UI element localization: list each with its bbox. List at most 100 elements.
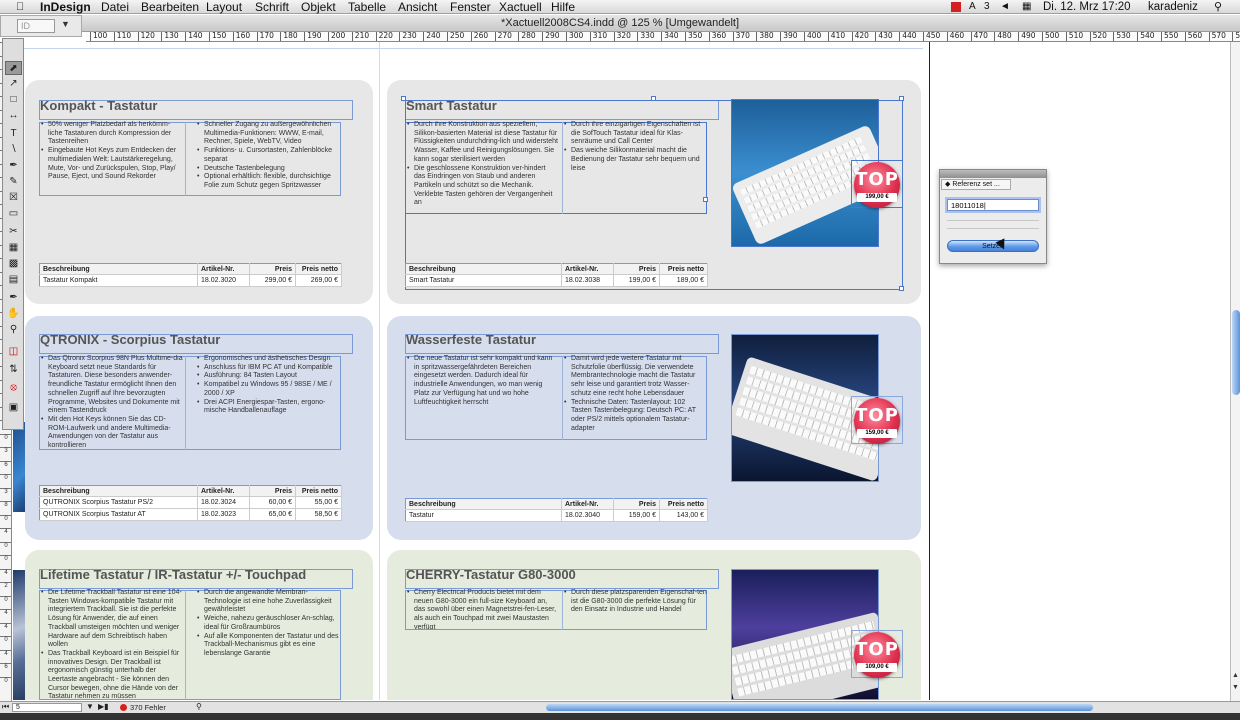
hand-tool-icon[interactable]: ✋ — [5, 307, 22, 321]
selection-handle[interactable] — [703, 197, 708, 202]
next-page-icon[interactable]: ▼ — [86, 702, 94, 711]
menu-objekt[interactable]: Objekt — [301, 0, 336, 14]
zoom-tool-icon[interactable]: ⚲ — [5, 323, 22, 337]
reference-input[interactable]: 18011018| — [947, 199, 1039, 211]
page-number-field[interactable]: 5 — [12, 703, 82, 712]
bullet-list-right: Durch diese platzsparenden Eigenschaf-te… — [563, 589, 707, 629]
vertical-scroll-thumb[interactable] — [1232, 310, 1240, 395]
margin-guide — [23, 48, 923, 49]
page-tool-icon[interactable]: □ — [5, 93, 22, 107]
status-red-icon[interactable] — [951, 2, 961, 12]
cell-net: 189,00 € — [659, 274, 708, 287]
dialog-tab[interactable]: ◆ Referenz set ... — [941, 179, 1011, 190]
dialog-divider — [947, 220, 1039, 221]
price-table: Beschreibung Artikel-Nr. Preis Preis netto … — [39, 263, 342, 287]
scroll-up-icon[interactable]: ▲ — [1232, 672, 1239, 679]
pencil-tool-icon[interactable]: ✎ — [5, 175, 22, 189]
ruler-tick: 350 — [685, 32, 702, 41]
menu-datei[interactable]: Datei — [101, 0, 129, 14]
none-color-icon[interactable]: ⦻ — [5, 381, 22, 395]
header-description: Beschreibung — [39, 485, 198, 497]
header-article: Artikel-Nr. — [197, 263, 250, 275]
menu-ansicht[interactable]: Ansicht — [398, 0, 437, 14]
dialog-titlebar[interactable] — [940, 170, 1046, 178]
ruler-tick: 100 — [90, 32, 107, 41]
price-table: Beschreibung Artikel-Nr. Preis Preis netto … — [405, 498, 708, 522]
note-tool-icon[interactable]: ▤ — [5, 273, 22, 287]
vertical-scrollbar[interactable]: ▲ ▼ — [1230, 42, 1240, 702]
pen-tool-icon[interactable]: ✒ — [5, 159, 22, 173]
ruler-tick: 460 — [946, 32, 964, 41]
menu-bearbeiten[interactable]: Bearbeiten — [141, 0, 199, 14]
ruler-tick: 540 — [1137, 32, 1155, 41]
ruler-tick: 310 — [589, 32, 607, 41]
selection-handle[interactable] — [651, 96, 656, 101]
preflight-error-icon[interactable] — [120, 704, 127, 711]
fill-stroke-icon[interactable]: ◫ — [5, 345, 22, 359]
selection-handle[interactable] — [899, 96, 904, 101]
user-name[interactable]: karadeniz — [1148, 0, 1198, 14]
gap-tool-icon[interactable]: ↔ — [5, 109, 22, 123]
ruler-tick: 480 — [994, 32, 1012, 41]
spotlight-icon[interactable]: ⚲ — [1214, 0, 1222, 14]
selection-handle[interactable] — [899, 286, 904, 291]
ruler-tick: 200 — [328, 32, 345, 41]
bullet-list-left: Cherry Electrical Products bietet mit de… — [406, 589, 558, 629]
document-canvas[interactable]: Kompakt - Tastatur 50% weniger Platzbeda… — [13, 42, 1230, 700]
type-tool-icon[interactable]: T — [5, 127, 22, 141]
ruler-tick: 580 — [1232, 32, 1240, 41]
menu-app-name[interactable]: InDesign — [40, 0, 91, 14]
ruler-tick: 300 — [566, 32, 583, 41]
panel-title: Wasserfeste Tastatur — [406, 332, 537, 347]
chevron-down-icon[interactable]: ▼ — [61, 19, 70, 29]
column-guide — [379, 42, 380, 700]
rectangle-tool-icon[interactable]: ▭ — [5, 207, 22, 221]
line-tool-icon[interactable]: ∖ — [5, 143, 22, 157]
volume-icon[interactable]: ◄ — [1000, 0, 1010, 14]
calendar-icon[interactable]: ▦ — [1022, 0, 1031, 14]
adobe-icon[interactable]: A — [969, 0, 976, 14]
ruler-tick: 400 — [804, 32, 821, 41]
menu-schrift[interactable]: Schrift — [255, 0, 289, 14]
bullet-list-right: Schneller Zugang zu außergewöhnlichen Mu… — [196, 121, 342, 193]
clock[interactable]: Di. 12. Mrz 17:20 — [1043, 0, 1131, 14]
horizontal-ruler[interactable]: 100 110 120 130 140 150 160 170 180 190 200 210 220 2… — [86, 32, 1240, 42]
cell-price: 159,00 € — [613, 509, 660, 522]
control-field[interactable]: ID — [17, 19, 55, 33]
selection-tool-icon[interactable]: ⬈ — [5, 61, 22, 75]
cell-price: 299,00 € — [249, 274, 296, 287]
gradient-tool-icon[interactable]: ▩ — [5, 257, 22, 271]
set-button[interactable]: Setzen — [947, 240, 1039, 252]
bullet-list-right: Damit wird jede weitere Tastatur mit Sch… — [563, 355, 707, 439]
horizontal-scroll-thumb[interactable] — [546, 704, 1093, 711]
ruler-tick: 4 — [0, 609, 11, 617]
cell-article: 18.02.3020 — [197, 274, 250, 287]
first-page-icon[interactable]: ⏮ — [2, 702, 9, 712]
last-page-icon[interactable]: ▶▮ — [98, 702, 109, 711]
scroll-down-icon[interactable]: ▼ — [1232, 684, 1239, 691]
eyedropper-tool-icon[interactable]: ✒ — [5, 291, 22, 305]
selection-handle[interactable] — [401, 96, 406, 101]
menu-xactuell[interactable]: Xactuell — [499, 0, 542, 14]
free-transform-tool-icon[interactable]: ▦ — [5, 241, 22, 255]
direct-selection-tool-icon[interactable]: ↗ — [5, 77, 22, 91]
menu-fenster[interactable]: Fenster — [450, 0, 491, 14]
top-badge: TOP 199,00 € — [854, 162, 900, 208]
scissors-tool-icon[interactable]: ✂ — [5, 225, 22, 239]
header-net: Preis netto — [295, 485, 342, 497]
ruler-tick: 130 — [161, 32, 179, 41]
view-mode-icon[interactable]: ▣ — [5, 401, 22, 415]
preflight-errors[interactable]: 370 Fehler — [130, 702, 166, 713]
header-net: Preis netto — [295, 263, 342, 275]
apple-menu-icon[interactable]:  — [16, 0, 24, 14]
badge-top-label: TOP — [855, 405, 899, 426]
menu-layout[interactable]: Layout — [206, 0, 242, 14]
ruler-tick: 0 — [0, 636, 11, 644]
rectangle-frame-tool-icon[interactable]: ☒ — [5, 191, 22, 205]
menu-hilfe[interactable]: Hilfe — [551, 0, 575, 14]
preflight-menu-icon[interactable]: ⚲ — [196, 702, 202, 711]
swap-color-icon[interactable]: ⇅ — [5, 363, 22, 377]
menu-tabelle[interactable]: Tabelle — [348, 0, 386, 14]
cell-price: 199,00 € — [613, 274, 660, 287]
column-divider — [185, 590, 186, 700]
